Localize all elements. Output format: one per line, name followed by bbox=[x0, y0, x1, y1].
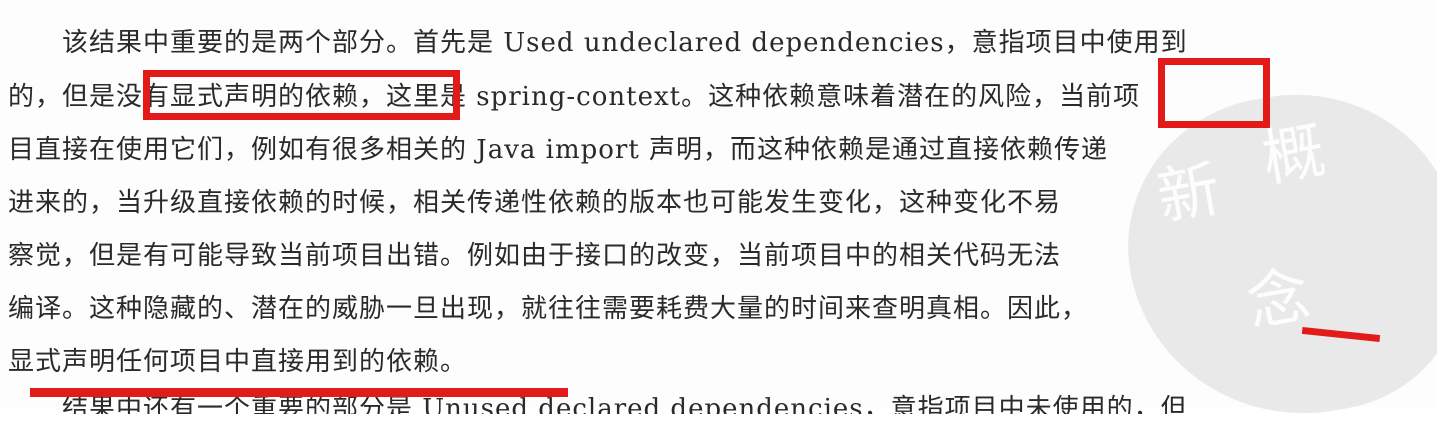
paragraph-line-text: 显式声明任何项目中直接用到的依赖。 bbox=[8, 347, 468, 377]
paragraph-line: 目直接在使用它们，例如有很多相关的 Java import 声明，而这种依赖是通… bbox=[0, 125, 1437, 175]
underline-explicit-declare bbox=[30, 388, 568, 397]
paragraph-line: 显式声明任何项目中直接用到的依赖。 bbox=[0, 337, 1437, 387]
paragraph-line: 察觉，但是有可能导致当前项目出错。例如由于接口的改变，当前项目中的相关代码无法 bbox=[0, 231, 1437, 281]
paragraph-line-text: 该结果中重要的是两个部分。首先是 Used undeclared depende… bbox=[62, 28, 1188, 58]
paragraph-line-text: 编译。这种隐藏的、潜在的威胁一旦出现，就往往需要耗费大量的时间来查明真相。因此， bbox=[8, 294, 1089, 324]
paragraph-line-text: 察觉，但是有可能导致当前项目出错。例如由于接口的改变，当前项目中的相关代码无法 bbox=[8, 241, 1062, 271]
highlight-box-risk bbox=[1158, 58, 1270, 128]
paragraph-line-text: 目直接在使用它们，例如有很多相关的 Java import 声明，而这种依赖是通… bbox=[8, 135, 1109, 165]
paragraph-line: 编译。这种隐藏的、潜在的威胁一旦出现，就往往需要耗费大量的时间来查明真相。因此， bbox=[0, 284, 1437, 334]
paragraph-line-text: 进来的，当升级直接依赖的时候，相关传递性依赖的版本也可能发生变化，这种变化不易 bbox=[8, 188, 1062, 218]
paragraph-line: 进来的，当升级直接依赖的时候，相关传递性依赖的版本也可能发生变化，这种变化不易 bbox=[0, 178, 1437, 228]
book-page: 新 概 念 该结果中重要的是两个部分。首先是 Used undeclared d… bbox=[0, 0, 1437, 441]
highlight-box-no-explicit-declaration bbox=[143, 70, 460, 120]
